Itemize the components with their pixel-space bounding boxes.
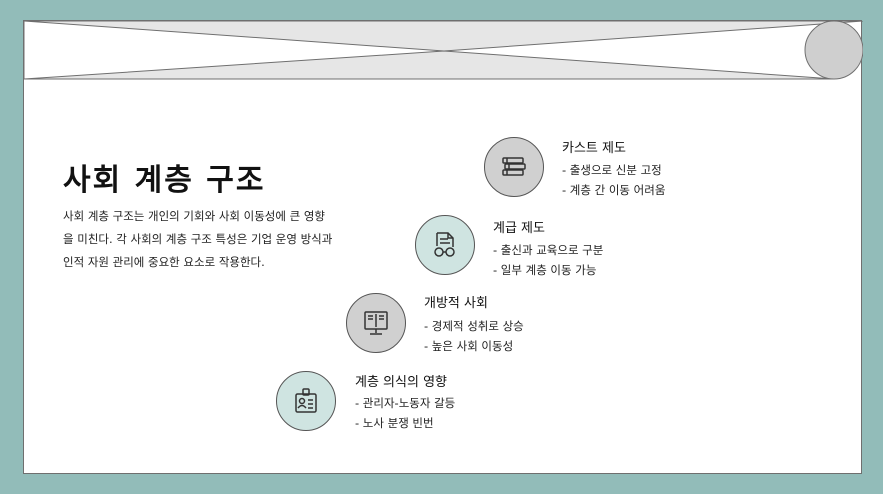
item-title-caste: 카스트 제도 (562, 141, 626, 156)
page-title: 사회 계층 구조 (63, 163, 266, 198)
item-line: - 경제적 성취로 상승 (424, 319, 524, 333)
item-title-open-society: 개방적 사회 (424, 296, 488, 311)
item-line: - 출생으로 신분 고정 (562, 163, 662, 177)
item-line: - 일부 계층 이동 가능 (493, 263, 597, 277)
book-monitor-icon (346, 293, 406, 353)
document-glasses-icon (415, 215, 475, 275)
item-title-class: 계급 제도 (493, 221, 545, 236)
page-description: 사회 계층 구조는 개인의 기회와 사회 이동성에 큰 영향을 미친다. 각 사… (63, 209, 333, 269)
item-line: - 출신과 교육으로 구분 (493, 243, 604, 257)
banner-decoration (24, 21, 863, 80)
books-icon (484, 137, 544, 197)
item-title-class-consciousness: 계층 의식의 영향 (355, 375, 447, 390)
roll-circle (804, 21, 863, 80)
item-line: - 노사 분쟁 빈번 (355, 416, 434, 430)
slide: 사회 계층 구조 사회 계층 구조는 개인의 기회와 사회 이동성에 큰 영향을… (23, 20, 863, 474)
id-badge-icon (276, 371, 336, 431)
item-line: - 계층 간 이동 어려움 (562, 183, 666, 197)
item-line: - 관리자-노동자 갈등 (355, 396, 456, 410)
item-line: - 높은 사회 이동성 (424, 339, 514, 353)
